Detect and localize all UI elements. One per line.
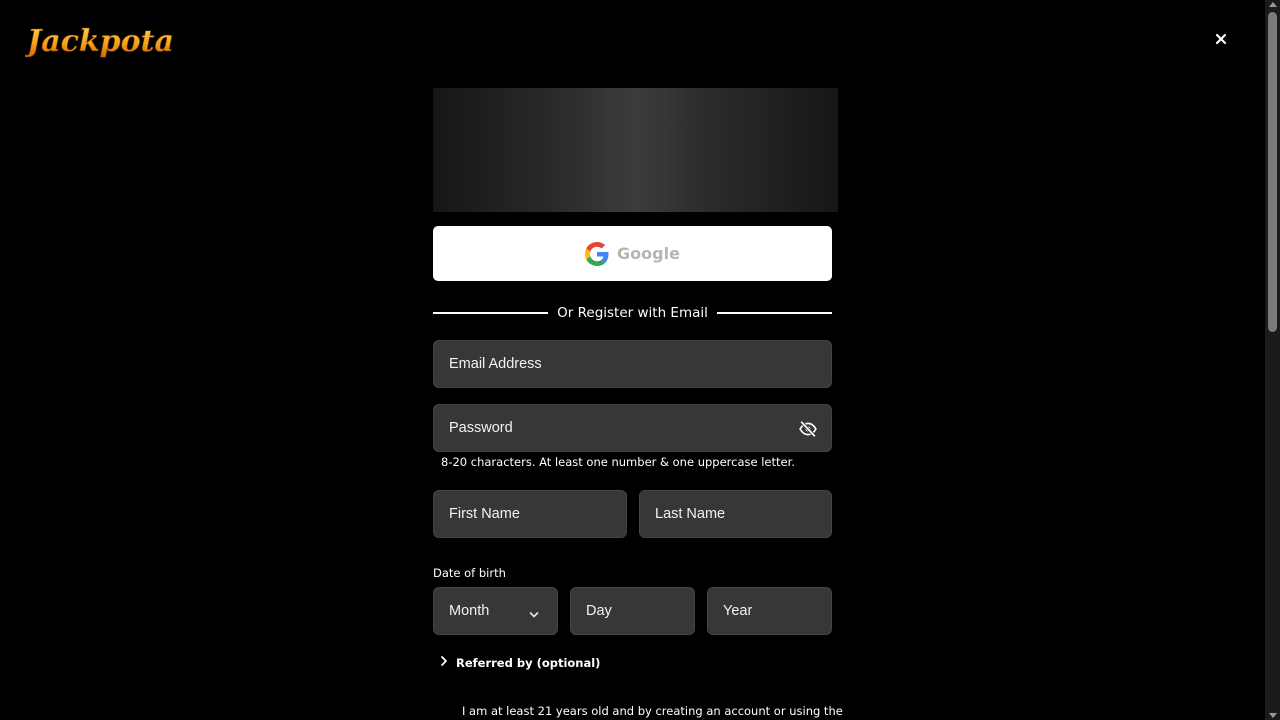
scroll-down-icon[interactable] <box>1268 713 1277 718</box>
last-name-placeholder: Last Name <box>655 506 726 522</box>
register-divider: Or Register with Email <box>433 302 833 324</box>
scrollbar[interactable] <box>1265 0 1280 720</box>
last-name-field[interactable]: Last Name <box>639 490 832 538</box>
chevron-down-icon <box>529 607 539 618</box>
close-button[interactable] <box>1209 28 1233 50</box>
month-placeholder: Month <box>449 603 490 619</box>
year-field[interactable]: Year <box>707 587 832 635</box>
chevron-right-icon <box>438 654 450 672</box>
google-button-label: Google <box>617 244 680 263</box>
referred-by-toggle[interactable]: Referred by (optional) <box>438 654 600 672</box>
password-hint: 8-20 characters. At least one number & o… <box>441 455 795 469</box>
scrollbar-thumb[interactable] <box>1268 12 1277 332</box>
first-name-placeholder: First Name <box>449 506 520 522</box>
referred-by-label: Referred by (optional) <box>456 656 601 670</box>
password-field[interactable]: Password <box>433 404 832 452</box>
promo-banner <box>433 88 838 212</box>
terms-text: I am at least 21 years old and by creati… <box>462 704 843 718</box>
day-placeholder: Day <box>586 603 612 619</box>
logo-text: Jackpota <box>25 24 174 59</box>
divider-text: Or Register with Email <box>557 305 708 321</box>
google-signin-button[interactable]: Google <box>433 226 832 281</box>
divider-line-right <box>716 312 833 314</box>
jackpota-logo[interactable]: Jackpota <box>25 18 177 60</box>
password-placeholder: Password <box>449 420 513 436</box>
close-icon <box>1215 33 1227 45</box>
scroll-up-icon[interactable] <box>1268 2 1277 7</box>
email-placeholder: Email Address <box>449 356 542 372</box>
day-field[interactable]: Day <box>570 587 695 635</box>
dob-label: Date of birth <box>433 566 506 580</box>
month-select[interactable]: Month <box>433 587 558 635</box>
eye-slash-icon[interactable] <box>799 420 817 438</box>
email-field[interactable]: Email Address <box>433 340 832 388</box>
google-g-icon <box>585 241 609 266</box>
year-placeholder: Year <box>723 603 753 619</box>
first-name-field[interactable]: First Name <box>433 490 627 538</box>
divider-line-left <box>433 312 549 314</box>
